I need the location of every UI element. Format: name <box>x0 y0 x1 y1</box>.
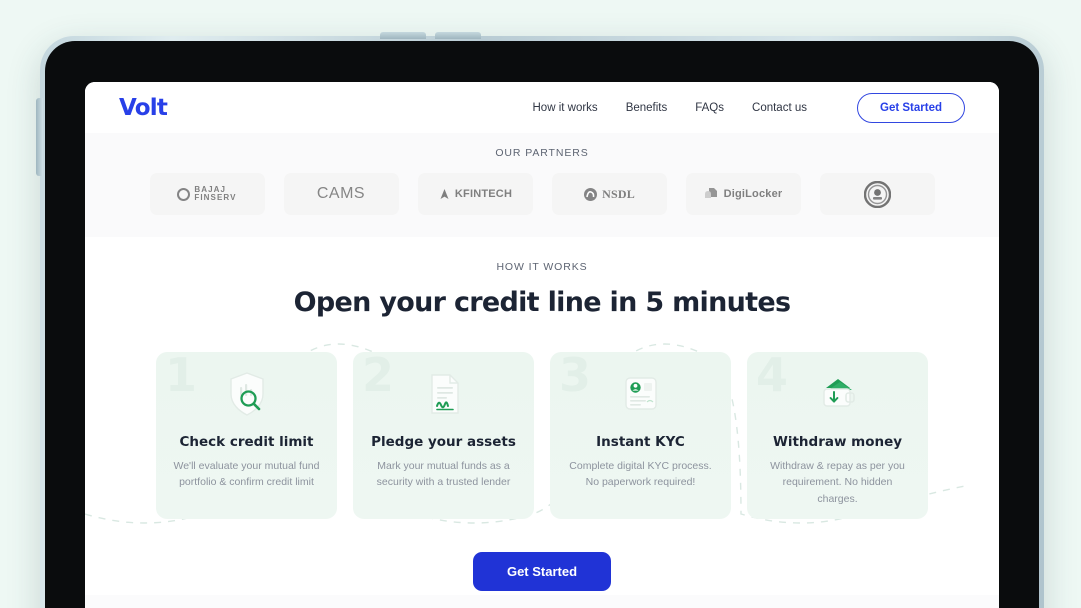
page-content: Volt How it works Benefits FAQs Contact … <box>85 82 999 608</box>
nav-link-benefits[interactable]: Benefits <box>626 102 668 114</box>
kfintech-mark-icon <box>440 188 449 199</box>
nav-get-started-button[interactable]: Get Started <box>857 92 965 123</box>
partner-tile-nsdl[interactable]: NSDL <box>551 173 667 215</box>
step-card-2[interactable]: 2 Pledge your assets Mark your mutual fu… <box>353 352 534 519</box>
steps-wrap: 1 Check credit limit We'll evaluate your… <box>85 343 999 534</box>
partner-tile-digilocker[interactable]: DigiLocker <box>685 173 801 215</box>
step-title-4: Withdraw money <box>772 434 903 450</box>
how-it-works-section: HOW IT WORKS Open your credit line in 5 … <box>85 237 999 595</box>
step-card-4[interactable]: 4 Withdraw money Withdraw & repay as per… <box>747 352 928 519</box>
kfintech-logo: KFINTECH <box>438 188 512 201</box>
step-number-1: 1 <box>165 352 198 402</box>
nav-link-how-it-works[interactable]: How it works <box>533 102 598 114</box>
nsdl-mark-icon <box>584 187 598 201</box>
digilocker-logo: DigiLocker <box>704 187 783 201</box>
how-it-works-eyebrow: HOW IT WORKS <box>496 261 588 273</box>
step-number-4: 4 <box>756 352 789 402</box>
step-title-2: Pledge your assets <box>371 434 516 450</box>
device-screen: Volt How it works Benefits FAQs Contact … <box>85 82 999 608</box>
partner-tile-cams[interactable]: CAMS <box>283 173 399 215</box>
step-desc-3: Complete digital KYC process. No paperwo… <box>569 460 712 489</box>
partners-eyebrow: OUR PARTNERS <box>495 147 589 159</box>
nsdl-logo: NSDL <box>583 187 635 202</box>
tablet-mockup: Volt How it works Benefits FAQs Contact … <box>36 32 1044 608</box>
step-card-3[interactable]: 3 Instant KYC Complete digital KYC proce… <box>550 352 731 519</box>
digilocker-mark-icon <box>704 188 717 198</box>
nav-links: How it works Benefits FAQs Contact us Ge… <box>533 92 965 123</box>
brand-logo[interactable]: Volt <box>119 95 168 121</box>
bajaj-circle-icon <box>177 187 191 201</box>
bottom-get-started-button[interactable]: Get Started <box>472 552 612 591</box>
bajaj-finserv-logo: BAJAJ FINSERV <box>177 185 237 202</box>
step-number-3: 3 <box>559 352 592 402</box>
nsdl-label: NSDL <box>602 186 635 201</box>
how-it-works-title: Open your credit line in 5 minutes <box>293 287 791 318</box>
step-card-1[interactable]: 1 Check credit limit We'll evaluate your… <box>156 352 337 519</box>
volume-down-button[interactable] <box>435 32 481 39</box>
volume-up-button[interactable] <box>380 32 426 39</box>
bajaj-line2: FINSERV <box>194 193 237 202</box>
step-number-2: 2 <box>362 352 395 402</box>
nav-link-faqs[interactable]: FAQs <box>695 102 724 114</box>
kfintech-label: KFINTECH <box>454 188 513 200</box>
steps-row: 1 Check credit limit We'll evaluate your… <box>85 352 999 519</box>
partner-tile-cdsl[interactable] <box>819 173 935 215</box>
cams-logo: CAMS <box>316 185 366 202</box>
navbar: Volt How it works Benefits FAQs Contact … <box>85 82 999 133</box>
partner-tile-kfintech[interactable]: KFINTECH <box>417 173 533 215</box>
partners-section: OUR PARTNERS BAJAJ FINSERV CAMS KFINTECH… <box>85 133 999 237</box>
step-desc-2: Mark your mutual funds as a security wit… <box>376 460 511 489</box>
nav-link-contact-us[interactable]: Contact us <box>752 102 807 114</box>
bottom-cta-wrap: Get Started <box>85 552 999 595</box>
step-desc-4: Withdraw & repay as per you requirement.… <box>770 460 905 505</box>
step-title-3: Instant KYC <box>596 434 685 450</box>
cdsl-seal-logo <box>863 180 891 208</box>
partner-logo-row: BAJAJ FINSERV CAMS KFINTECH NSDL DigiLoc… <box>85 173 999 215</box>
step-desc-1: We'll evaluate your mutual fund portfoli… <box>173 460 320 489</box>
digilocker-label: DigiLocker <box>723 188 783 200</box>
partner-tile-bajaj-finserv[interactable]: BAJAJ FINSERV <box>149 173 265 215</box>
step-title-1: Check credit limit <box>179 434 314 450</box>
power-button[interactable] <box>36 98 43 176</box>
